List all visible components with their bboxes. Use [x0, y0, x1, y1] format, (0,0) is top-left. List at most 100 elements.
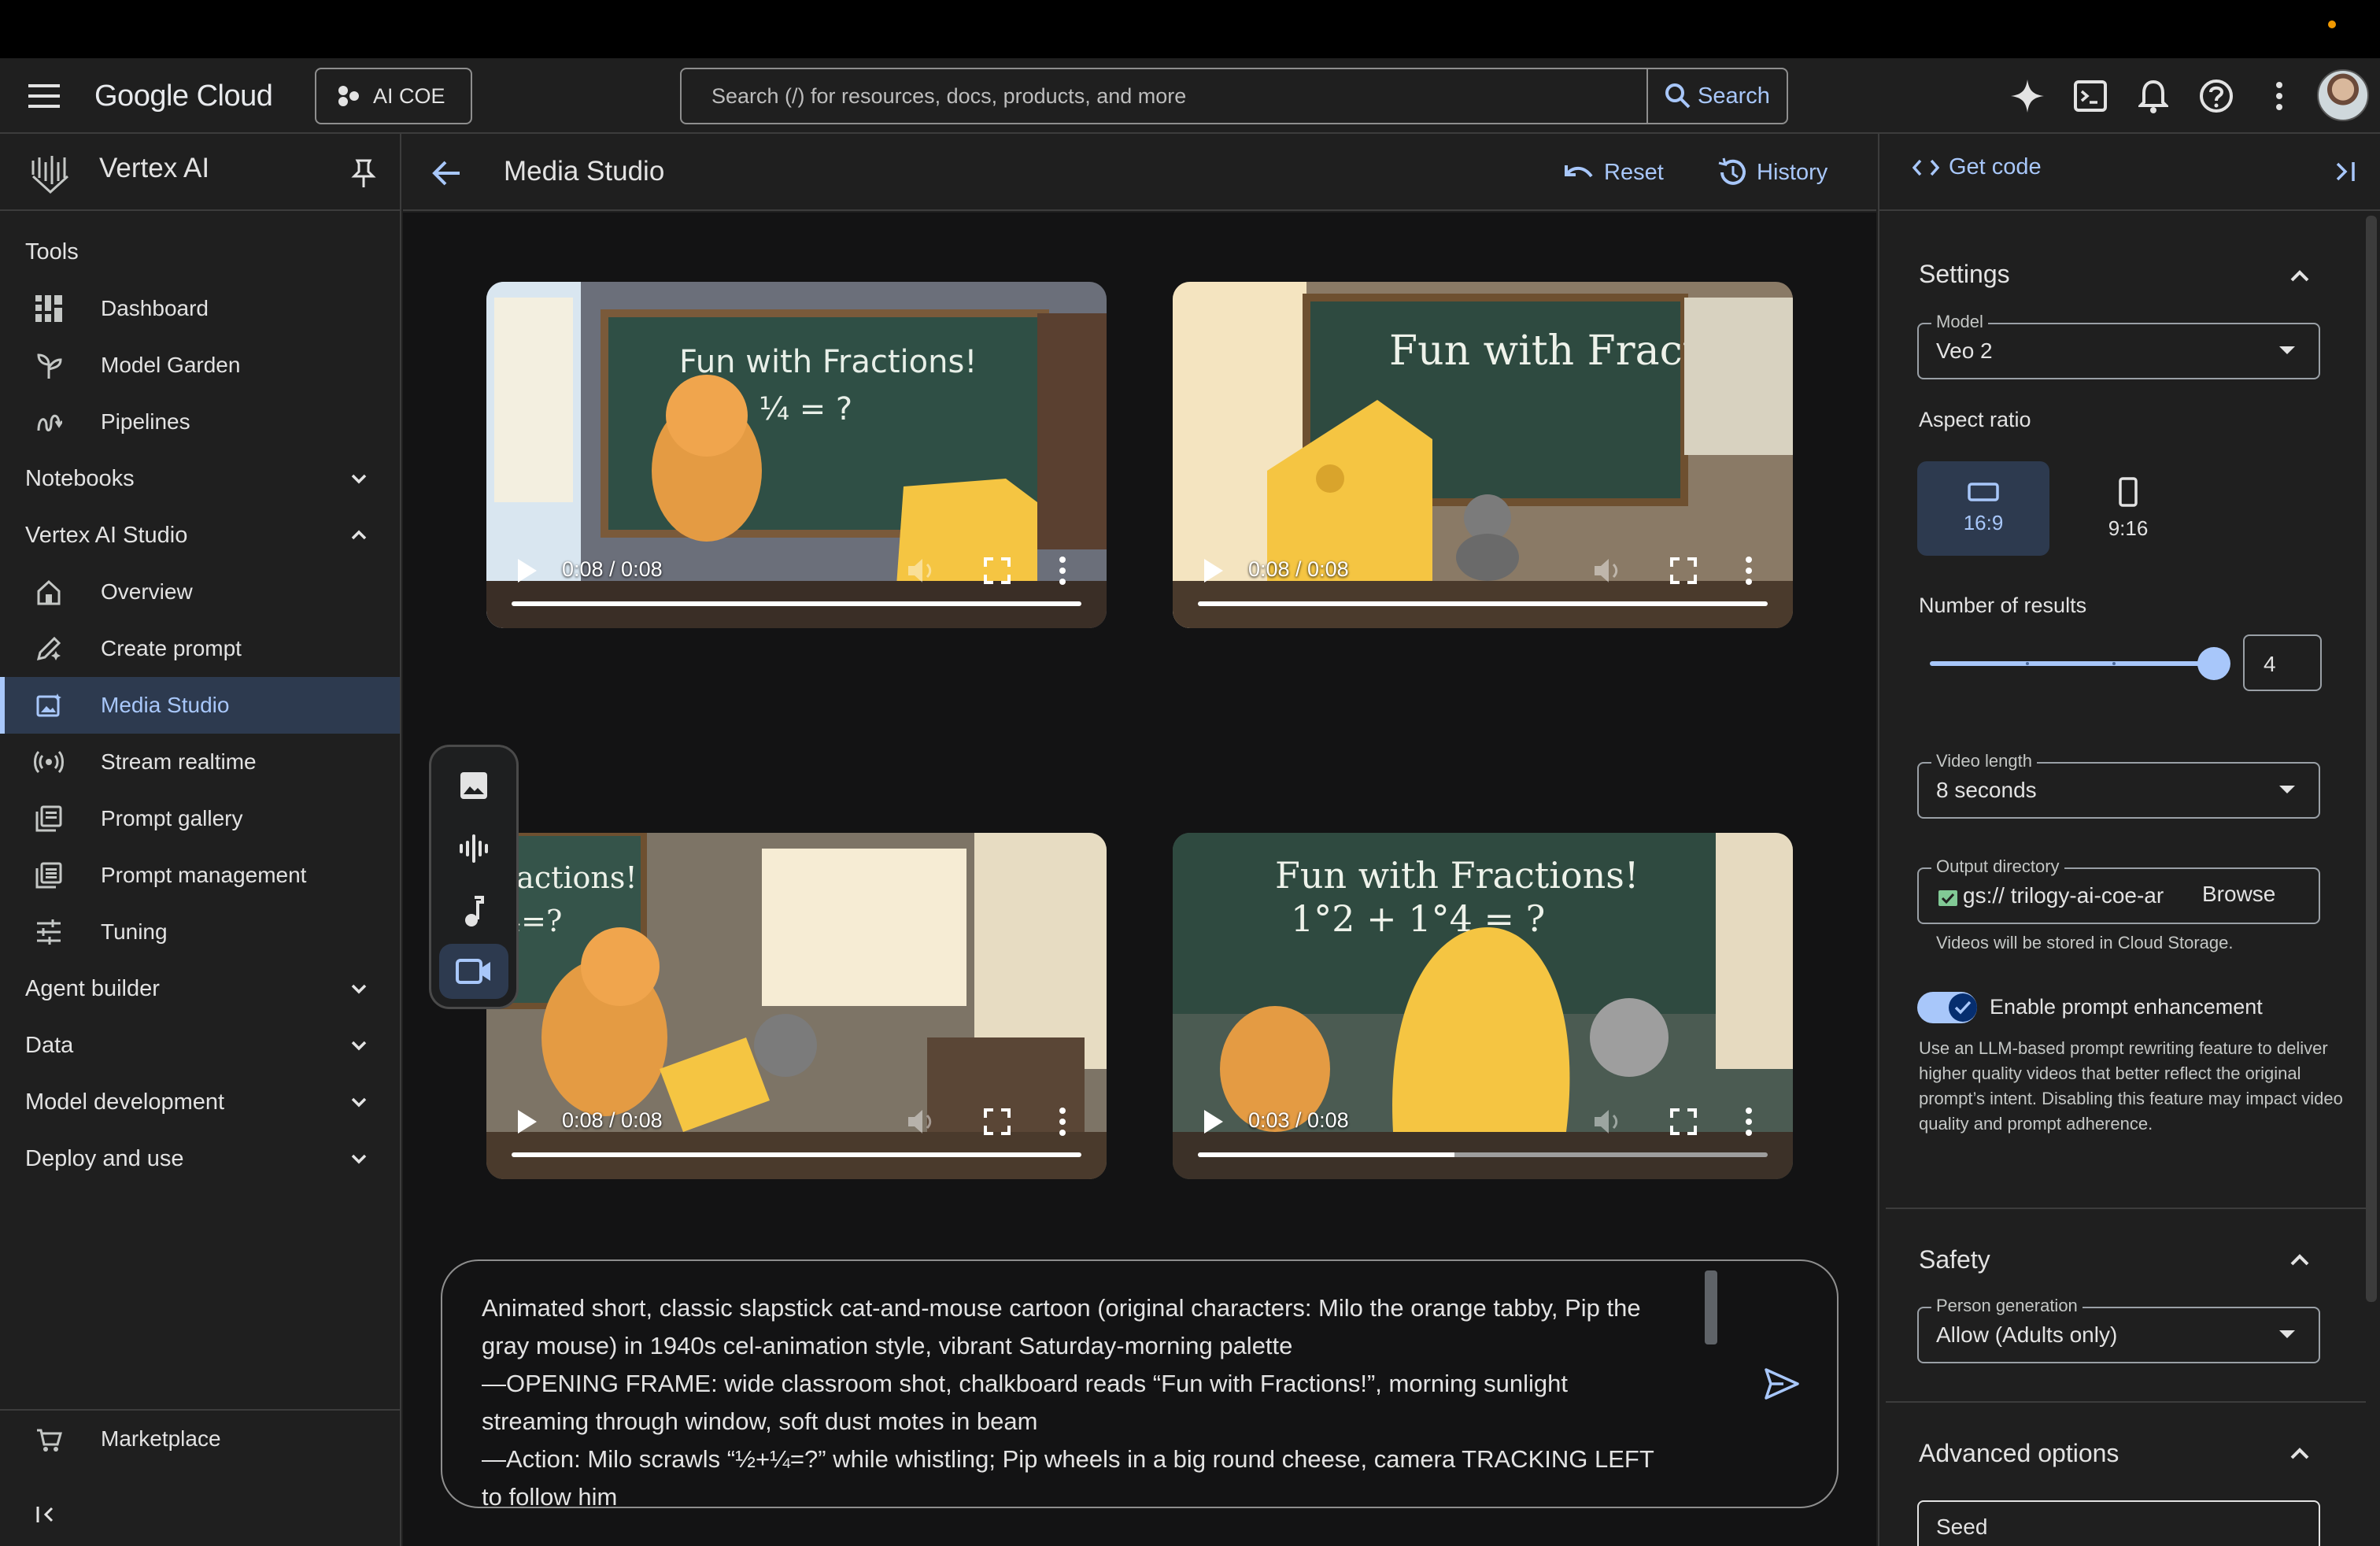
back-arrow-icon[interactable]: [428, 154, 466, 192]
video-time: 0:08 / 0:08: [1248, 557, 1349, 581]
play-icon[interactable]: [1203, 1110, 1225, 1134]
nav-group-data[interactable]: Data: [0, 1017, 400, 1074]
send-icon[interactable]: [1763, 1365, 1801, 1403]
video-more-icon[interactable]: [1058, 1107, 1067, 1137]
sidebar-item-tuning[interactable]: Tuning: [0, 904, 400, 960]
cloud-shell-icon[interactable]: [2068, 74, 2112, 118]
number-of-results-label: Number of results: [1919, 594, 2087, 617]
nav-group-vertex-ai-studio[interactable]: Vertex AI Studio: [0, 507, 400, 564]
video-result-2[interactable]: Fun with Fractions! 0:08 / 0:08: [1173, 282, 1793, 628]
project-picker[interactable]: AI COE: [315, 68, 472, 124]
panel-scrollbar[interactable]: [2366, 216, 2377, 1302]
home-icon: [31, 575, 66, 609]
speech-mode-button[interactable]: [439, 821, 508, 876]
history-button[interactable]: History: [1716, 153, 1828, 192]
media-mode-toolbar: [429, 745, 519, 1009]
search-button[interactable]: Search: [1646, 68, 1788, 124]
video-more-icon[interactable]: [1744, 1107, 1754, 1137]
play-icon[interactable]: [516, 1110, 538, 1134]
music-mode-button[interactable]: [439, 884, 508, 939]
volume-icon[interactable]: [1593, 556, 1623, 586]
gemini-sparkle-icon[interactable]: [2005, 74, 2049, 118]
menu-icon[interactable]: [22, 77, 66, 115]
sidebar-item-pipelines[interactable]: Pipelines: [0, 394, 400, 450]
video-more-icon[interactable]: [1058, 556, 1067, 586]
google-cloud-logo[interactable]: Google Cloud: [94, 76, 273, 117]
nav-group-deploy-and-use[interactable]: Deploy and use: [0, 1130, 400, 1187]
fullscreen-icon[interactable]: [1670, 557, 1697, 584]
nav-group-notebooks[interactable]: Notebooks: [0, 450, 400, 507]
seed-field[interactable]: Seed: [1917, 1500, 2320, 1546]
video-result-4[interactable]: Fun with Fractions! 1°2 + 1°4 = ? 0:03 /…: [1173, 833, 1793, 1179]
video-time: 0:03 / 0:08: [1248, 1108, 1349, 1132]
search-input[interactable]: Search (/) for resources, docs, products…: [680, 68, 1648, 124]
volume-icon[interactable]: [907, 1107, 937, 1137]
video-mode-button[interactable]: [439, 944, 508, 999]
chalkboard-text: Fun with Fractions!: [1275, 854, 1639, 897]
avatar[interactable]: [2317, 69, 2369, 121]
video-length-select[interactable]: Video length 8 seconds: [1917, 751, 2320, 819]
music-note-icon: [465, 896, 484, 926]
audio-waveform-icon: [460, 834, 488, 863]
chevron-up-icon[interactable]: [2284, 260, 2315, 291]
video-result-3[interactable]: ractions! 4=? 0:08 / 0:08: [486, 833, 1107, 1179]
aspect-9-16-option[interactable]: 9:16: [2062, 461, 2194, 556]
nav-group-agent-builder[interactable]: Agent builder: [0, 960, 400, 1017]
fullscreen-icon[interactable]: [984, 557, 1011, 584]
sidebar-item-dashboard[interactable]: Dashboard: [0, 280, 400, 337]
volume-icon[interactable]: [1593, 1107, 1623, 1137]
section-divider: [1886, 1401, 2366, 1403]
chevron-down-icon: [351, 1041, 367, 1051]
chevron-up-icon[interactable]: [2284, 1244, 2315, 1275]
video-progress-bar[interactable]: [1198, 601, 1768, 606]
output-directory-field[interactable]: Output directory gs:// trilogy-ai-coe-ar…: [1917, 856, 2320, 924]
prompt-scrollbar[interactable]: [1705, 1270, 1717, 1344]
sidebar-item-overview[interactable]: Overview: [0, 564, 400, 620]
prompt-enhancement-help: Use an LLM-based prompt rewriting featur…: [1919, 1038, 2343, 1134]
help-icon[interactable]: [2194, 74, 2238, 118]
dropdown-arrow-icon: [2279, 346, 2295, 354]
volume-icon[interactable]: [907, 556, 937, 586]
video-progress-bar[interactable]: [512, 601, 1081, 606]
fullscreen-icon[interactable]: [1670, 1108, 1697, 1135]
get-code-button[interactable]: Get code: [1913, 154, 2042, 180]
notifications-icon[interactable]: [2131, 74, 2175, 118]
sidebar-item-media-studio[interactable]: Media Studio: [0, 677, 400, 734]
person-generation-select[interactable]: Person generation Allow (Adults only): [1917, 1296, 2320, 1363]
sidebar-item-create-prompt[interactable]: Create prompt: [0, 620, 400, 677]
more-vert-icon[interactable]: [2257, 74, 2301, 118]
fullscreen-icon[interactable]: [984, 1108, 1011, 1135]
play-icon[interactable]: [1203, 559, 1225, 583]
reset-button[interactable]: Reset: [1560, 153, 1664, 192]
sidebar-item-stream-realtime[interactable]: Stream realtime: [0, 734, 400, 790]
image-mode-button[interactable]: [439, 758, 508, 813]
video-more-icon[interactable]: [1744, 556, 1754, 586]
dropdown-arrow-icon: [2279, 1330, 2295, 1338]
sidebar-item-prompt-gallery[interactable]: Prompt gallery: [0, 790, 400, 847]
prompt-input[interactable]: Animated short, classic slapstick cat-an…: [441, 1259, 1839, 1508]
prompt-text[interactable]: Animated short, classic slapstick cat-an…: [482, 1289, 1678, 1507]
play-icon[interactable]: [516, 559, 538, 583]
chevron-down-icon: [351, 1154, 367, 1164]
model-select[interactable]: Model Veo 2: [1917, 312, 2320, 379]
pin-icon[interactable]: [349, 157, 378, 189]
sidebar-item-model-garden[interactable]: Model Garden: [0, 337, 400, 394]
video-progress-bar[interactable]: [1198, 1152, 1768, 1157]
chevron-up-icon[interactable]: [2284, 1437, 2315, 1469]
collapse-nav-icon[interactable]: [31, 1497, 66, 1532]
vertex-ai-logo-icon: [28, 151, 72, 195]
history-icon: [1718, 157, 1746, 185]
sidebar-item-marketplace[interactable]: Marketplace: [0, 1411, 400, 1467]
browse-button[interactable]: Browse: [2202, 882, 2275, 907]
video-result-1[interactable]: Fun with Fractions! + ¹⁄₄ = ? 0:08 / 0:0…: [486, 282, 1107, 628]
chevron-down-icon: [351, 1097, 367, 1108]
results-slider-thumb[interactable]: [2197, 647, 2230, 680]
results-slider-track[interactable]: [1930, 661, 2207, 666]
video-progress-bar[interactable]: [512, 1152, 1081, 1157]
sidebar-item-prompt-management[interactable]: Prompt management: [0, 847, 400, 904]
nav-group-model-development[interactable]: Model development: [0, 1074, 400, 1130]
search-icon: [1665, 83, 1691, 109]
collapse-panel-icon[interactable]: [2330, 156, 2361, 187]
aspect-16-9-option[interactable]: 16:9: [1917, 461, 2049, 556]
results-count-input[interactable]: 4: [2243, 634, 2322, 691]
